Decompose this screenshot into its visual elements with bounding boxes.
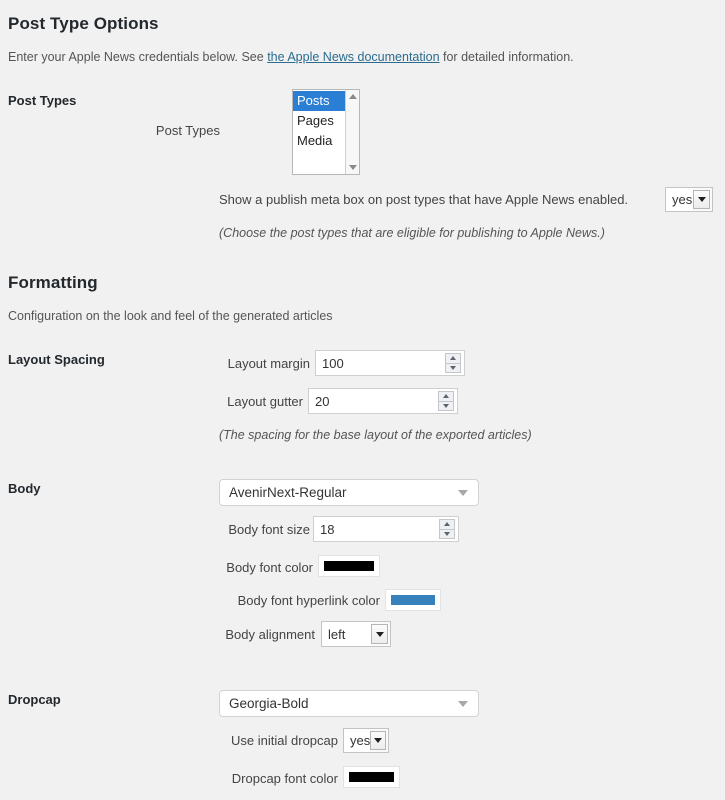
body-font-size-value[interactable]: 18 bbox=[314, 517, 439, 541]
chevron-down-icon[interactable] bbox=[693, 190, 710, 209]
body-alignment-value: left bbox=[322, 622, 371, 646]
post-types-field-label: Post Types bbox=[155, 123, 220, 138]
layout-margin-label: Layout margin bbox=[227, 356, 310, 371]
body-font-size-label: Body font size bbox=[228, 522, 310, 537]
color-chip bbox=[349, 772, 394, 782]
post-types-option-posts[interactable]: Posts bbox=[293, 91, 345, 111]
dropcap-row-label: Dropcap bbox=[8, 692, 61, 707]
chevron-down-icon[interactable] bbox=[458, 700, 468, 707]
publish-meta-box-select[interactable]: yes bbox=[665, 187, 713, 212]
body-font-select[interactable]: AvenirNext-Regular bbox=[219, 479, 479, 506]
publish-meta-box-label: Show a publish meta box on post types th… bbox=[219, 192, 629, 207]
body-alignment-label: Body alignment bbox=[225, 627, 315, 642]
chevron-down-icon[interactable] bbox=[458, 489, 468, 496]
chevron-down-icon[interactable] bbox=[371, 624, 388, 644]
post-types-option-media[interactable]: Media bbox=[293, 131, 345, 151]
body-alignment-select[interactable]: left bbox=[321, 621, 391, 647]
description-text-before: Enter your Apple News credentials below.… bbox=[8, 50, 268, 64]
dropcap-font-select[interactable]: Georgia-Bold bbox=[219, 690, 479, 717]
post-types-option-pages[interactable]: Pages bbox=[293, 111, 345, 131]
body-hyperlink-color-swatch[interactable] bbox=[385, 589, 441, 611]
layout-spacing-row-label: Layout Spacing bbox=[8, 352, 105, 367]
formatting-heading: Formatting bbox=[8, 273, 98, 292]
use-initial-dropcap-select[interactable]: yes bbox=[343, 728, 389, 753]
body-font-size-stepper[interactable] bbox=[439, 519, 455, 539]
post-types-scrollbar[interactable] bbox=[345, 90, 359, 174]
layout-gutter-value[interactable]: 20 bbox=[309, 389, 438, 413]
stepper-down-icon[interactable] bbox=[446, 364, 460, 373]
publish-meta-box-value: yes bbox=[666, 188, 693, 211]
post-types-note: (Choose the post types that are eligible… bbox=[219, 226, 605, 240]
scroll-up-icon[interactable] bbox=[346, 90, 359, 103]
post-types-option-list: Posts Pages Media bbox=[293, 90, 345, 174]
stepper-down-icon[interactable] bbox=[440, 530, 454, 539]
apple-news-documentation-link[interactable]: the Apple News documentation bbox=[267, 50, 439, 64]
layout-margin-value[interactable]: 100 bbox=[316, 351, 445, 375]
layout-gutter-stepper[interactable] bbox=[438, 391, 454, 411]
description-text-after: for detailed information. bbox=[439, 50, 574, 64]
stepper-down-icon[interactable] bbox=[439, 402, 453, 411]
body-font-color-swatch[interactable] bbox=[318, 555, 380, 577]
body-row-label: Body bbox=[8, 481, 41, 496]
stepper-up-icon[interactable] bbox=[446, 354, 460, 364]
dropcap-font-value: Georgia-Bold bbox=[229, 696, 309, 711]
use-initial-dropcap-value: yes bbox=[344, 729, 371, 752]
stepper-up-icon[interactable] bbox=[439, 392, 453, 402]
post-type-options-description: Enter your Apple News credentials below.… bbox=[8, 50, 574, 64]
chevron-down-icon[interactable] bbox=[370, 731, 386, 750]
body-font-color-label: Body font color bbox=[226, 560, 313, 575]
post-type-options-heading: Post Type Options bbox=[8, 14, 159, 33]
use-initial-dropcap-label: Use initial dropcap bbox=[231, 733, 338, 748]
body-hyperlink-color-label: Body font hyperlink color bbox=[237, 593, 380, 608]
color-chip bbox=[391, 595, 435, 605]
layout-gutter-input[interactable]: 20 bbox=[308, 388, 458, 414]
body-font-size-input[interactable]: 18 bbox=[313, 516, 459, 542]
dropcap-font-color-label: Dropcap font color bbox=[231, 771, 338, 786]
dropcap-font-color-swatch[interactable] bbox=[343, 766, 400, 788]
color-chip bbox=[324, 561, 374, 571]
formatting-description: Configuration on the look and feel of th… bbox=[8, 309, 333, 323]
layout-margin-input[interactable]: 100 bbox=[315, 350, 465, 376]
settings-page: Post Type Options Enter your Apple News … bbox=[0, 0, 725, 800]
layout-gutter-label: Layout gutter bbox=[227, 394, 303, 409]
scroll-down-icon[interactable] bbox=[346, 161, 359, 174]
post-types-listbox[interactable]: Posts Pages Media bbox=[292, 89, 360, 175]
stepper-up-icon[interactable] bbox=[440, 520, 454, 530]
layout-spacing-note: (The spacing for the base layout of the … bbox=[219, 428, 532, 442]
post-types-row-label: Post Types bbox=[8, 93, 77, 108]
layout-margin-stepper[interactable] bbox=[445, 353, 461, 373]
body-font-value: AvenirNext-Regular bbox=[229, 485, 347, 500]
